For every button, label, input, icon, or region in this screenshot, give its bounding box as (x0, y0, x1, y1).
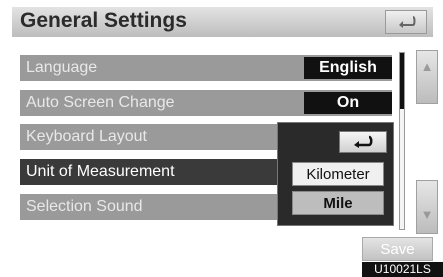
setting-value: On (304, 92, 392, 114)
header: General Settings (12, 7, 433, 37)
setting-language[interactable]: Language English (20, 55, 392, 81)
image-code: U10021LS (362, 262, 443, 277)
back-button[interactable] (385, 10, 427, 34)
setting-auto-screen-change[interactable]: Auto Screen Change On (20, 90, 392, 116)
setting-selection-sound[interactable]: Selection Sound (20, 194, 280, 220)
option-mile[interactable]: Mile (292, 191, 384, 215)
option-kilometer[interactable]: Kilometer (292, 162, 384, 186)
popup-back-button[interactable] (339, 131, 387, 153)
unit-popup: Kilometer Mile (277, 122, 394, 226)
scroll-thumb[interactable] (400, 53, 404, 109)
setting-unit-of-measurement[interactable]: Unit of Measurement (20, 159, 280, 185)
setting-label: Selection Sound (26, 198, 143, 215)
back-arrow-icon (354, 135, 373, 148)
back-arrow-icon (399, 16, 416, 28)
page-title: General Settings (20, 9, 187, 32)
chevron-down-icon: ▼ (420, 207, 434, 222)
save-button[interactable]: Save (362, 237, 433, 261)
setting-label: Unit of Measurement (26, 163, 175, 180)
chevron-up-icon: ▲ (420, 59, 434, 74)
setting-label: Auto Screen Change (26, 94, 175, 111)
scroll-down-button[interactable]: ▼ (416, 180, 438, 234)
setting-keyboard-layout[interactable]: Keyboard Layout (20, 124, 280, 150)
scrollbar[interactable] (399, 52, 405, 230)
setting-label: Language (26, 59, 98, 76)
general-settings-screen: General Settings Language English Auto S… (0, 0, 443, 277)
setting-label: Keyboard Layout (26, 128, 147, 145)
setting-value: English (304, 57, 392, 79)
scroll-up-button[interactable]: ▲ (416, 50, 438, 104)
